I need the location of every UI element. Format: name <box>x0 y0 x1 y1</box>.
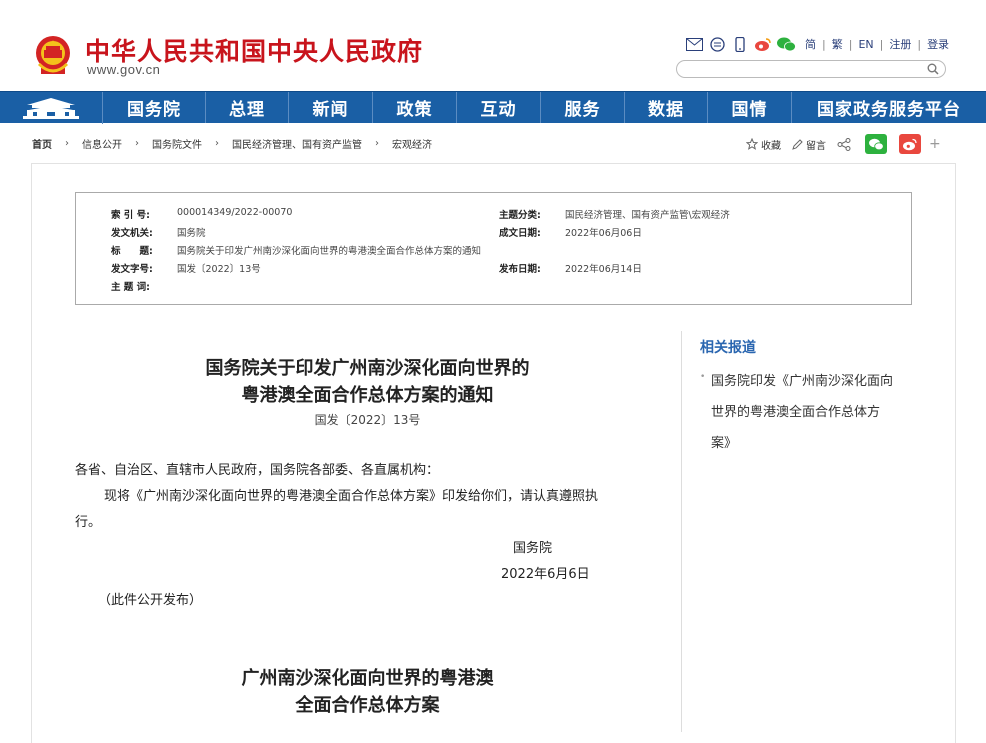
breadcrumb-item[interactable]: 宏观经济 <box>392 136 432 151</box>
info-row: 标 题: 国务院关于印发广州南沙深化面向世界的粤港澳全面合作总体方案的通知 <box>111 243 481 257</box>
star-icon <box>746 138 758 150</box>
nav-item-policy[interactable]: 政策 <box>373 92 457 123</box>
info-label: 主题分类: <box>499 210 541 221</box>
more-share-icon[interactable]: + <box>929 136 941 152</box>
search-icon[interactable] <box>927 63 939 75</box>
info-row: 发文机关: 国务院 <box>111 225 206 239</box>
top-links: 简 | 繁 | EN | 注册 | 登录 <box>684 36 955 52</box>
site-header: 中华人民共和国中央人民政府 www.gov.cn 简 | 繁 | EN | 注册 | 登… <box>0 0 986 90</box>
related-item-text[interactable]: 国务院印发《广州南沙深化面向 世界的粤港澳全面合作总体方 案》 <box>711 366 893 459</box>
article-title-line: 粤港澳全面合作总体方案的通知 <box>241 385 494 406</box>
info-row: 成文日期: 2022年06月06日 <box>499 225 642 239</box>
related-item-line: 国务院印发《广州南沙深化面向 <box>711 374 894 389</box>
mail-icon[interactable] <box>684 36 704 52</box>
link-simplified[interactable]: 简 <box>799 36 822 52</box>
article-title: 国务院关于印发广州南沙深化面向世界的 粤港澳全面合作总体方案的通知 <box>75 355 660 409</box>
breadcrumb: 首页 › 信息公开 › 国务院文件 › 国民经济管理、国有资产监管 › 宏观经济 <box>32 136 432 151</box>
site-url[interactable]: www.gov.cn <box>87 62 160 77</box>
tiananmen-icon <box>23 98 79 119</box>
chevron-right-icon: › <box>375 138 379 149</box>
sidebar-divider <box>681 331 682 732</box>
nav-home[interactable] <box>0 92 103 124</box>
favorite-button[interactable]: 收藏 <box>746 137 781 152</box>
nav-item-gov-service-platform[interactable]: 国家政务服务平台 <box>792 92 986 123</box>
info-row: 索 引 号: 000014349/2022-00070 <box>111 207 292 221</box>
wechat-icon[interactable] <box>776 36 796 52</box>
nav-item-news[interactable]: 新闻 <box>289 92 373 123</box>
article-signer: 国务院 <box>513 541 553 556</box>
info-row: 发布日期: 2022年06月14日 <box>499 261 642 275</box>
article-date: 2022年6月6日 <box>501 567 590 582</box>
link-english[interactable]: EN <box>852 38 879 51</box>
breadcrumb-item[interactable]: 信息公开 <box>82 136 122 151</box>
info-row: 主 题 词: <box>111 279 177 293</box>
article-note: （此件公开发布） <box>98 593 203 608</box>
info-value: 国民经济管理、国有资产监管\宏观经济 <box>565 210 730 221</box>
search-box <box>676 60 946 82</box>
nav-item-state-council[interactable]: 国务院 <box>103 92 206 123</box>
nav-item-national-info[interactable]: 国情 <box>708 92 792 123</box>
related-title: 相关报道 <box>700 340 756 356</box>
search-input[interactable] <box>687 65 927 82</box>
info-value: 000014349/2022-00070 <box>177 207 293 218</box>
link-register[interactable]: 注册 <box>883 36 917 52</box>
share-weibo-button[interactable] <box>899 134 921 154</box>
mobile-icon[interactable] <box>730 36 750 52</box>
info-label: 发文字号: <box>111 264 153 275</box>
info-value: 国务院关于印发广州南沙深化面向世界的粤港澳全面合作总体方案的通知 <box>177 246 482 257</box>
chevron-right-icon: › <box>215 138 219 149</box>
nav-item-service[interactable]: 服务 <box>541 92 625 123</box>
info-label: 标 题: <box>111 246 153 257</box>
bullet-icon: • <box>700 372 706 382</box>
info-value: 2022年06月14日 <box>565 264 642 275</box>
plan-title-line: 广州南沙深化面向世界的粤港澳 <box>241 668 494 689</box>
comment-button[interactable]: 留言 <box>792 137 826 152</box>
message-icon[interactable] <box>707 36 727 52</box>
pencil-icon <box>792 138 803 150</box>
chevron-right-icon: › <box>135 138 139 149</box>
info-value: 国务院 <box>177 228 206 239</box>
article-body: 行。 <box>75 515 102 530</box>
wechat-icon <box>869 138 884 150</box>
share-button[interactable] <box>837 137 854 151</box>
comment-label: 留言 <box>806 140 826 152</box>
article-body: 现将《广州南沙深化面向世界的粤港澳全面合作总体方案》印发给你们，请认真遵照执 <box>104 489 599 504</box>
weibo-icon[interactable] <box>753 36 773 52</box>
nav-item-interaction[interactable]: 互动 <box>457 92 541 123</box>
article-doc-number: 国发〔2022〕13号 <box>314 413 421 427</box>
related-item[interactable]: • 国务院印发《广州南沙深化面向 世界的粤港澳全面合作总体方 案》 <box>700 366 920 459</box>
link-login[interactable]: 登录 <box>921 36 955 52</box>
info-label: 主 题 词: <box>111 282 150 293</box>
breadcrumb-home[interactable]: 首页 <box>32 136 52 151</box>
info-label: 发文机关: <box>111 228 153 239</box>
nav-item-data[interactable]: 数据 <box>625 92 708 123</box>
info-label: 索 引 号: <box>111 210 150 221</box>
info-value: 国发〔2022〕13号 <box>177 264 261 275</box>
breadcrumb-item[interactable]: 国务院文件 <box>152 136 202 151</box>
plan-title: 广州南沙深化面向世界的粤港澳 全面合作总体方案 <box>75 665 660 719</box>
national-emblem-icon[interactable] <box>33 34 73 78</box>
info-label: 发布日期: <box>499 264 541 275</box>
info-row: 主题分类: 国民经济管理、国有资产监管\宏观经济 <box>499 207 730 221</box>
article-salutation: 各省、自治区、直辖市人民政府，国务院各部委、各直属机构： <box>75 463 440 478</box>
info-value: 2022年06月06日 <box>565 228 642 239</box>
chevron-right-icon: › <box>65 138 69 149</box>
document-info-table: 索 引 号: 000014349/2022-00070 主题分类: 国民经济管理… <box>75 192 912 305</box>
nav-item-premier[interactable]: 总理 <box>206 92 289 123</box>
related-item-line: 案》 <box>711 436 738 451</box>
article-title-line: 国务院关于印发广州南沙深化面向世界的 <box>205 358 530 379</box>
breadcrumb-item[interactable]: 国民经济管理、国有资产监管 <box>232 136 362 151</box>
main-nav: 国务院 总理 新闻 政策 互动 服务 数据 国情 国家政务服务平台 <box>0 91 986 124</box>
share-icon <box>837 137 851 151</box>
info-label: 成文日期: <box>499 228 541 239</box>
favorite-label: 收藏 <box>761 140 781 152</box>
plan-title-line: 全面合作总体方案 <box>295 695 440 716</box>
weibo-icon <box>903 138 917 150</box>
related-item-line: 世界的粤港澳全面合作总体方 <box>711 405 881 420</box>
share-wechat-button[interactable] <box>865 134 887 154</box>
page-tools: 收藏 留言 + <box>746 134 941 154</box>
info-row: 发文字号: 国发〔2022〕13号 <box>111 261 261 275</box>
link-traditional[interactable]: 繁 <box>826 36 849 52</box>
